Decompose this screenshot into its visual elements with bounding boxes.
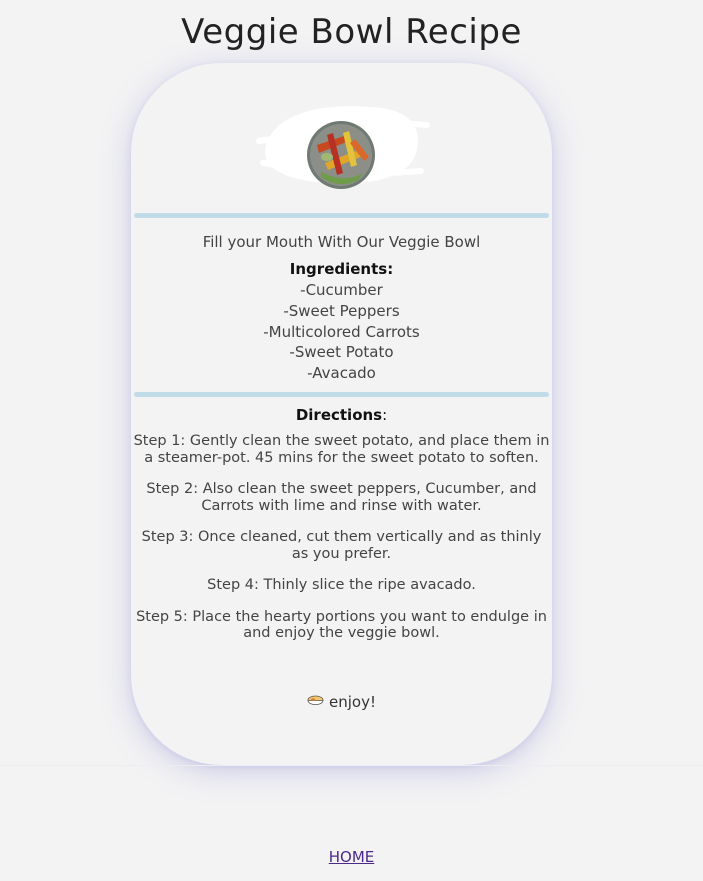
ingredient-item: -Sweet Peppers <box>283 301 400 320</box>
direction-step: Step 1: Gently clean the sweet potato, a… <box>133 433 550 466</box>
ingredients-heading: Ingredients: <box>289 260 394 278</box>
veggie-bowl-image <box>256 106 430 189</box>
directions-heading: Directions: <box>131 406 552 424</box>
ingredient-item: -Sweet Potato <box>289 343 394 362</box>
enjoy-text: enjoy! <box>329 693 376 711</box>
recipe-card: Fill your Mouth With Our Veggie Bowl Ing… <box>131 63 552 765</box>
direction-step: Step 5: Place the hearty portions you wa… <box>136 608 547 642</box>
recipe-page: Veggie Bowl Recipe Fill your Mouth With … <box>0 0 703 881</box>
directions-heading-label: Directions <box>295 406 383 424</box>
page-title: Veggie Bowl Recipe <box>181 12 522 52</box>
ingredient-item: -Multicolored Carrots <box>263 322 420 341</box>
ingredients-list: -Cucumber -Sweet Peppers -Multicolored C… <box>131 280 552 384</box>
enjoy-line: enjoy! <box>131 693 552 711</box>
direction-step: Step 3: Once cleaned, cut them verticall… <box>141 529 542 562</box>
ingredient-item: -Avacado <box>307 364 376 383</box>
home-link[interactable]: HOME <box>329 848 375 866</box>
direction-step: Step 2: Also clean the sweet peppers, Cu… <box>146 481 537 514</box>
divider-middle <box>134 392 549 397</box>
recipe-tagline: Fill your Mouth With Our Veggie Bowl <box>202 233 481 251</box>
footer-divider <box>0 765 703 766</box>
bowl-emoji-icon <box>307 695 324 706</box>
directions-heading-colon: : <box>382 406 388 424</box>
footer-nav: HOME <box>0 848 703 866</box>
divider-top <box>134 213 549 218</box>
direction-step: Step 4: Thinly slice the ripe avacado. <box>207 577 476 593</box>
ingredient-item: -Cucumber <box>300 281 383 299</box>
directions-steps: Step 1: Gently clean the sweet potato, a… <box>133 433 550 657</box>
